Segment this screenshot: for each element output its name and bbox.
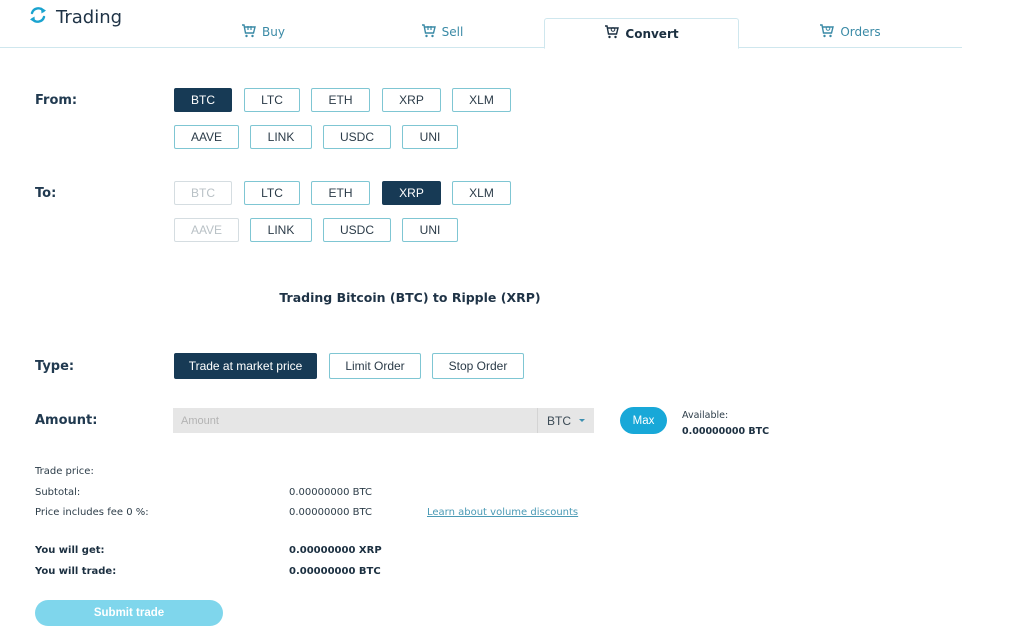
to-option-link[interactable]: LINK bbox=[250, 218, 312, 242]
type-label: Type: bbox=[35, 359, 75, 374]
limit-order-button[interactable]: Limit Order bbox=[329, 353, 421, 379]
max-button[interactable]: Max bbox=[620, 407, 667, 434]
cart-icon bbox=[819, 23, 835, 41]
to-option-aave: AAVE bbox=[174, 218, 239, 242]
from-option-xrp[interactable]: XRP bbox=[382, 88, 441, 112]
market-price-button[interactable]: Trade at market price bbox=[174, 353, 317, 379]
tab-label: Orders bbox=[840, 25, 881, 39]
from-option-eth[interactable]: ETH bbox=[311, 88, 370, 112]
to-option-usdc[interactable]: USDC bbox=[323, 218, 391, 242]
fee-value: 0.00000000 BTC bbox=[289, 507, 372, 518]
cart-icon bbox=[421, 23, 436, 41]
from-option-aave[interactable]: AAVE bbox=[174, 125, 239, 149]
from-option-link[interactable]: LINK bbox=[250, 125, 312, 149]
to-option-btc: BTC bbox=[174, 181, 232, 205]
trade-pair-title: Trading Bitcoin (BTC) to Ripple (XRP) bbox=[279, 290, 541, 305]
submit-trade-button[interactable]: Submit trade bbox=[35, 600, 223, 626]
cart-icon bbox=[241, 23, 256, 41]
to-label: To: bbox=[35, 186, 57, 201]
you-will-get-label: You will get: bbox=[35, 545, 105, 556]
tab-sell[interactable]: Sell bbox=[357, 17, 527, 47]
tab-bar: Buy Sell Convert Orders bbox=[0, 17, 962, 49]
to-option-eth[interactable]: ETH bbox=[311, 181, 370, 205]
tab-label: Convert bbox=[625, 26, 679, 41]
currency-select-value: BTC bbox=[547, 413, 571, 428]
you-will-trade-value: 0.00000000 BTC bbox=[289, 566, 381, 577]
you-will-trade-label: You will trade: bbox=[35, 566, 117, 577]
subtotal-value: 0.00000000 BTC bbox=[289, 487, 372, 498]
caret-down-icon bbox=[579, 419, 585, 422]
volume-discounts-link[interactable]: Learn about volume discounts bbox=[427, 507, 578, 518]
from-option-ltc[interactable]: LTC bbox=[244, 88, 300, 112]
you-will-get-value: 0.00000000 XRP bbox=[289, 545, 382, 556]
subtotal-label: Subtotal: bbox=[35, 487, 81, 498]
from-option-usdc[interactable]: USDC bbox=[323, 125, 391, 149]
from-option-xlm[interactable]: XLM bbox=[452, 88, 511, 112]
to-option-ltc[interactable]: LTC bbox=[244, 181, 300, 205]
amount-input[interactable] bbox=[173, 408, 537, 433]
from-option-uni[interactable]: UNI bbox=[402, 125, 458, 149]
from-label: From: bbox=[35, 93, 78, 108]
to-option-uni[interactable]: UNI bbox=[402, 218, 458, 242]
amount-label: Amount: bbox=[35, 413, 98, 428]
tab-convert[interactable]: Convert bbox=[544, 18, 739, 49]
available-value: 0.00000000 BTC bbox=[682, 426, 770, 437]
stop-order-button[interactable]: Stop Order bbox=[432, 353, 524, 379]
currency-select[interactable]: BTC bbox=[537, 408, 594, 433]
to-option-xrp[interactable]: XRP bbox=[382, 181, 441, 205]
trade-price-label: Trade price: bbox=[35, 466, 94, 477]
to-option-xlm[interactable]: XLM bbox=[452, 181, 511, 205]
from-option-btc[interactable]: BTC bbox=[174, 88, 232, 112]
tab-label: Sell bbox=[441, 25, 464, 39]
tab-orders[interactable]: Orders bbox=[745, 17, 955, 47]
available-label: Available: bbox=[682, 410, 729, 421]
tab-buy[interactable]: Buy bbox=[178, 17, 348, 47]
tab-label: Buy bbox=[262, 25, 285, 39]
cart-icon bbox=[604, 25, 620, 42]
fee-label: Price includes fee 0 %: bbox=[35, 507, 149, 518]
